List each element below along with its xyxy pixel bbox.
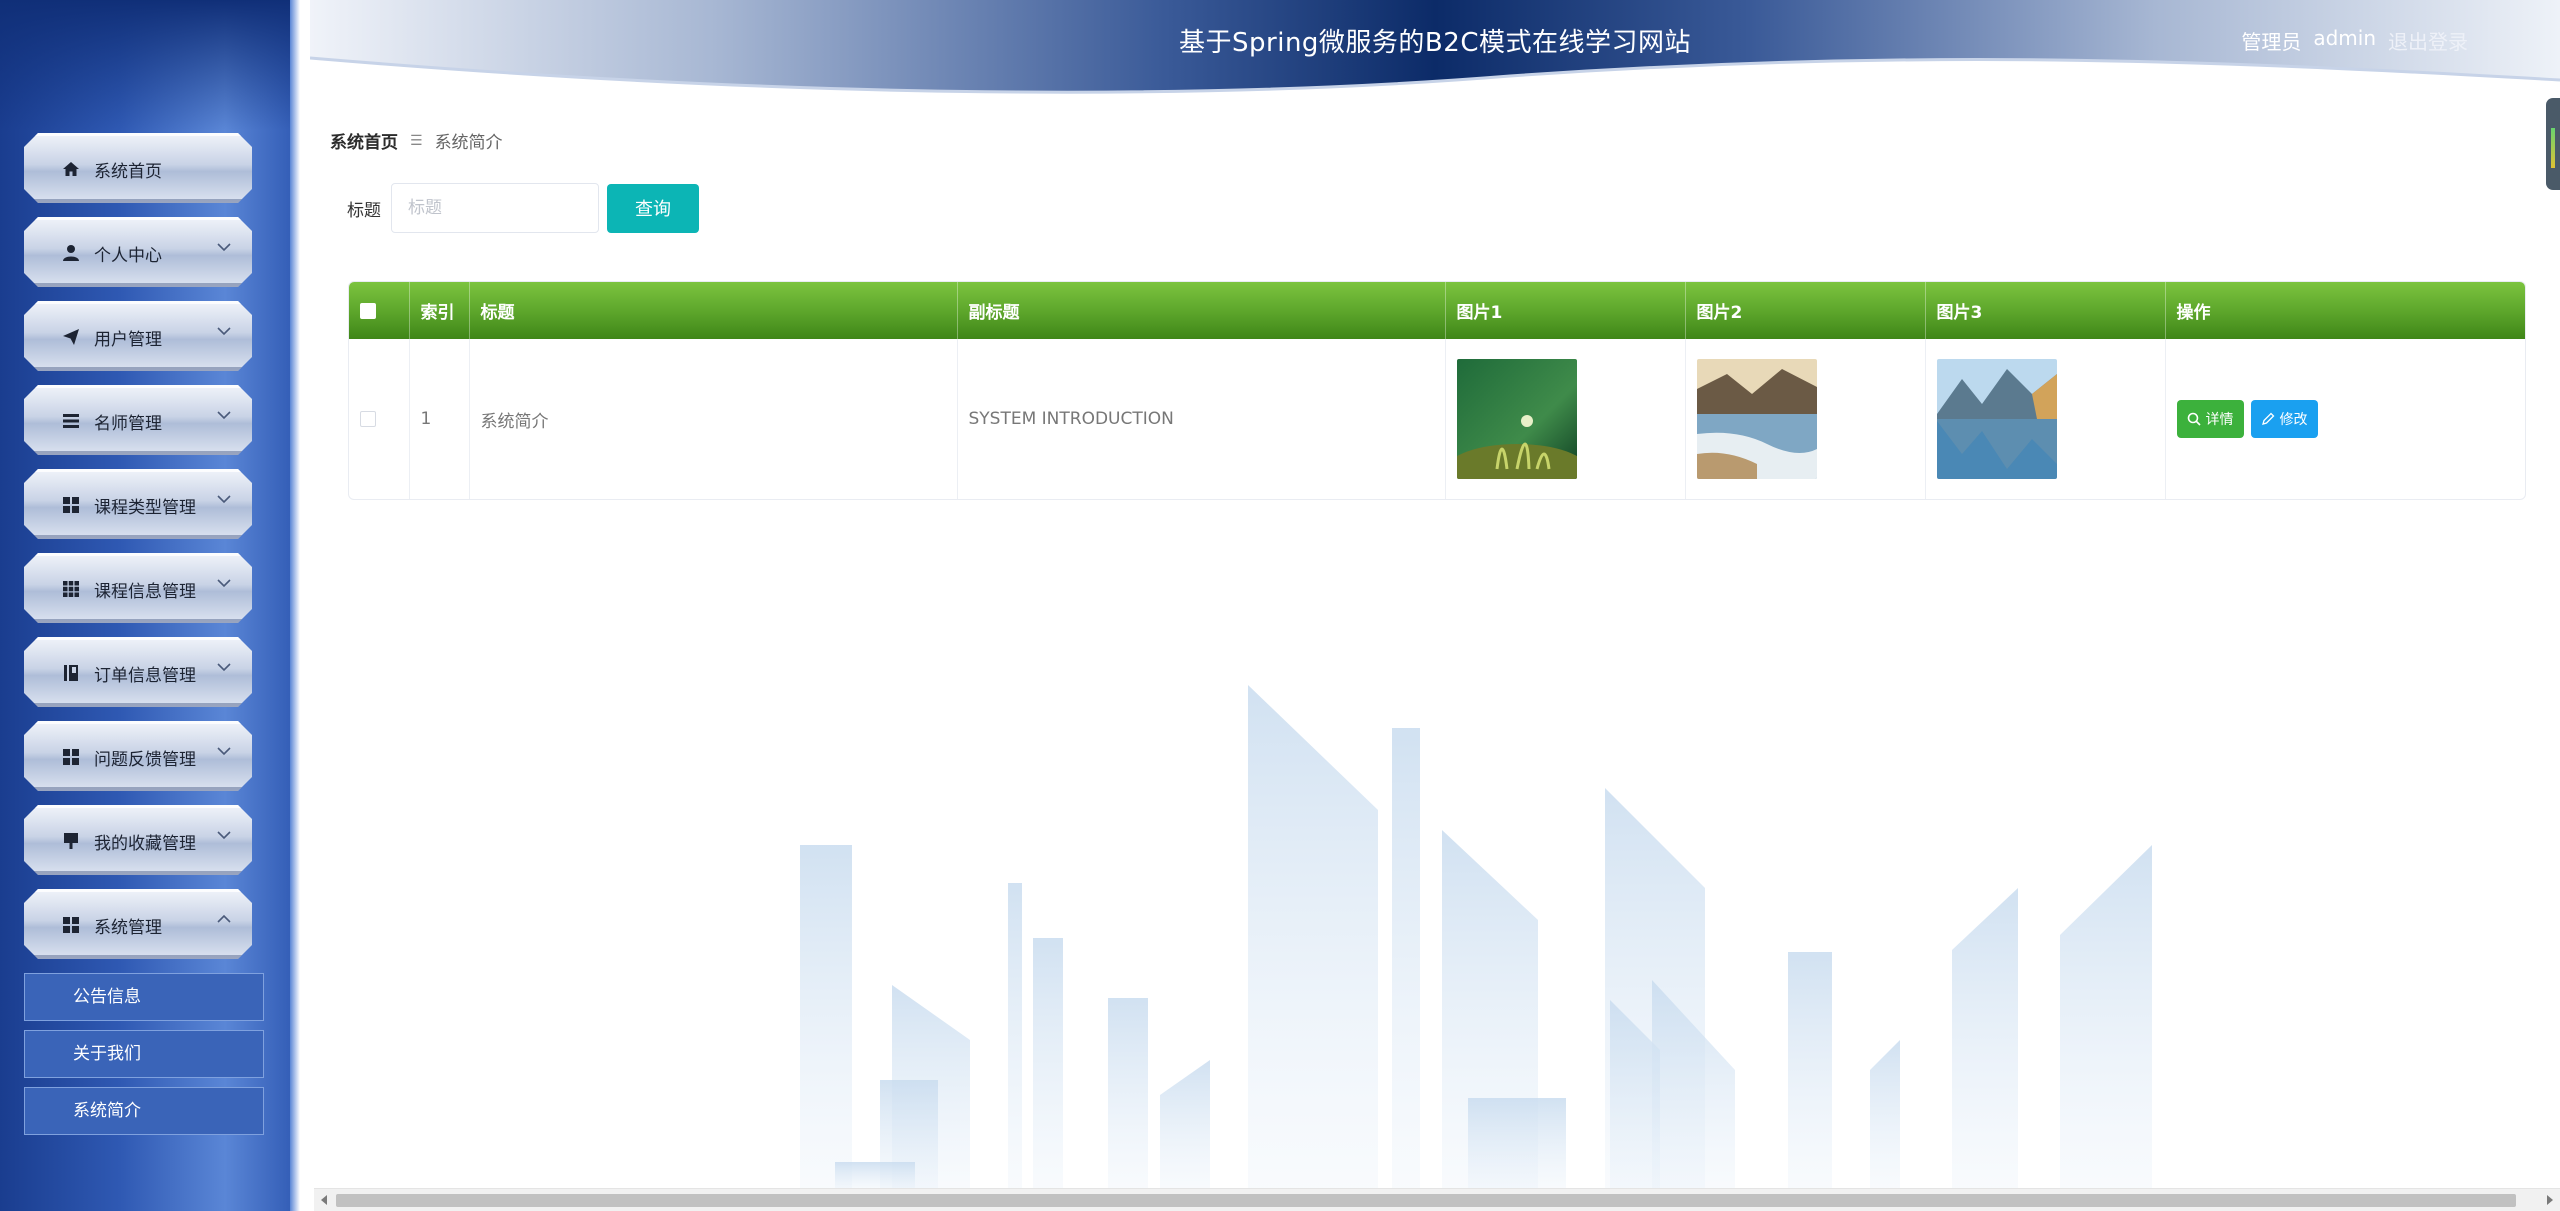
breadcrumb-home[interactable]: 系统首页	[330, 128, 398, 153]
green-plant-image[interactable]	[1456, 359, 1577, 479]
chevron-down-icon	[217, 663, 231, 672]
detail-button[interactable]: 详情	[2176, 400, 2244, 438]
grid-icon	[62, 916, 80, 934]
user-role: 管理员	[2241, 30, 2302, 54]
table-row: 1 系统简介 SYSTEM INTRODUCTION 详情 修改	[349, 339, 2525, 499]
cell-image3	[1925, 339, 2166, 499]
column-header-image3: 图片3	[1925, 282, 2166, 339]
column-header-image1: 图片1	[1445, 282, 1686, 339]
sidebar-item-label: 订单信息管理	[94, 666, 196, 686]
column-header-title: 标题	[469, 282, 958, 339]
row-select-cell	[349, 339, 410, 499]
pin-icon	[62, 832, 80, 850]
pencil-icon	[2261, 412, 2274, 425]
top-header: 基于Spring微服务的B2C模式在线学习网站 管理员 admin 退出登录	[310, 0, 2560, 100]
logout-link[interactable]: 退出登录	[2388, 26, 2468, 55]
header-user-area: 管理员 admin 退出登录	[2241, 26, 2468, 55]
coastal-beach-image[interactable]	[1696, 359, 1817, 479]
system-submenu: 公告信息 关于我们 系统简介	[24, 973, 264, 1144]
sidebar-item-feedback-management[interactable]: 问题反馈管理	[24, 721, 252, 791]
city-skyline-illustration	[800, 685, 2152, 1190]
sidebar-item-label: 课程类型管理	[94, 498, 196, 518]
user-icon	[62, 244, 80, 262]
submenu-item-notice[interactable]: 公告信息	[24, 973, 264, 1021]
sidebar-item-course-type-management[interactable]: 课程类型管理	[24, 469, 252, 539]
breadcrumb-current: 系统简介	[434, 133, 503, 153]
sidebar-item-label: 课程信息管理	[94, 582, 196, 602]
sidebar-item-order-management[interactable]: 订单信息管理	[24, 637, 252, 707]
chevron-down-icon	[217, 243, 231, 252]
sidebar-item-user-management[interactable]: 用户管理	[24, 301, 252, 371]
cell-index: 1	[409, 339, 470, 499]
row-checkbox[interactable]	[360, 411, 376, 427]
cell-subtitle: SYSTEM INTRODUCTION	[957, 339, 1446, 499]
column-header-index: 索引	[409, 282, 470, 339]
horizontal-scrollbar[interactable]	[314, 1188, 2560, 1211]
cell-actions: 详情 修改	[2165, 339, 2525, 499]
sidebar-item-label: 系统管理	[94, 918, 162, 938]
sidebar-item-label: 用户管理	[94, 330, 162, 350]
chevron-down-icon	[217, 579, 231, 588]
sidebar-item-teacher-management[interactable]: 名师管理	[24, 385, 252, 455]
cell-image2	[1685, 339, 1926, 499]
column-header-actions: 操作	[2165, 282, 2525, 339]
book-icon	[62, 664, 80, 682]
edit-button-label: 修改	[2279, 412, 2308, 428]
scroll-right-arrow-icon[interactable]	[2547, 1195, 2553, 1205]
sidebar-item-label: 系统首页	[94, 162, 162, 182]
sidebar-top-shade	[0, 0, 300, 130]
sidebar-item-favorites-management[interactable]: 我的收藏管理	[24, 805, 252, 875]
chevron-up-icon	[217, 914, 231, 923]
paper-plane-icon	[62, 328, 80, 346]
sidebar-item-label: 问题反馈管理	[94, 750, 196, 770]
sidebar-item-course-info-management[interactable]: 课程信息管理	[24, 553, 252, 623]
title-search-input[interactable]	[391, 183, 599, 233]
sidebar-item-personal-center[interactable]: 个人中心	[24, 217, 252, 287]
column-header-subtitle: 副标题	[957, 282, 1446, 339]
search-bar: 标题 查询	[347, 183, 699, 233]
grid9-icon	[62, 580, 80, 598]
grid-icon	[62, 496, 80, 514]
column-header-image2: 图片2	[1685, 282, 1926, 339]
sidebar-menu: 系统首页 个人中心 用户管理 名师管理 课程类型管理 课程信息管理 订单信息管理…	[24, 133, 252, 973]
mountain-lake-image[interactable]	[1936, 359, 2057, 479]
floating-side-widget[interactable]	[2546, 98, 2560, 190]
sidebar-item-home[interactable]: 系统首页	[24, 133, 252, 203]
search-label: 标题	[347, 200, 381, 221]
detail-button-label: 详情	[2205, 412, 2234, 428]
submenu-item-system-intro[interactable]: 系统简介	[24, 1087, 264, 1135]
sidebar-item-label: 名师管理	[94, 414, 162, 434]
cell-image1	[1445, 339, 1686, 499]
breadcrumb: 系统首页 ☰ 系统简介	[330, 128, 503, 154]
username: admin	[2313, 26, 2376, 50]
chevron-down-icon	[217, 831, 231, 840]
select-all-cell	[349, 282, 410, 339]
breadcrumb-separator-icon: ☰	[410, 132, 423, 149]
site-title: 基于Spring微服务的B2C模式在线学习网站	[1179, 28, 1691, 58]
select-all-checkbox[interactable]	[360, 302, 376, 319]
chevron-down-icon	[217, 495, 231, 504]
table-header-row: 索引 标题 副标题 图片1 图片2 图片3 操作	[349, 282, 2525, 339]
cell-title: 系统简介	[469, 339, 958, 499]
sidebar-item-label: 个人中心	[94, 246, 162, 266]
chevron-down-icon	[217, 411, 231, 420]
chevron-down-icon	[217, 747, 231, 756]
sidebar-item-label: 我的收藏管理	[94, 834, 196, 854]
home-icon	[62, 160, 80, 178]
submenu-item-about-us[interactable]: 关于我们	[24, 1030, 264, 1078]
scrollbar-thumb[interactable]	[336, 1194, 2516, 1207]
scroll-left-arrow-icon[interactable]	[321, 1195, 327, 1205]
grid-icon	[62, 748, 80, 766]
data-table: 索引 标题 副标题 图片1 图片2 图片3 操作 1 系统简介 SYSTEM I…	[348, 281, 2526, 500]
chevron-down-icon	[217, 327, 231, 336]
edit-button[interactable]: 修改	[2250, 400, 2318, 438]
sidebar: 系统首页 个人中心 用户管理 名师管理 课程类型管理 课程信息管理 订单信息管理…	[0, 0, 300, 1211]
sidebar-item-system-management[interactable]: 系统管理	[24, 889, 252, 959]
search-icon	[2187, 412, 2201, 426]
list-icon	[62, 412, 80, 430]
query-button[interactable]: 查询	[607, 183, 699, 233]
